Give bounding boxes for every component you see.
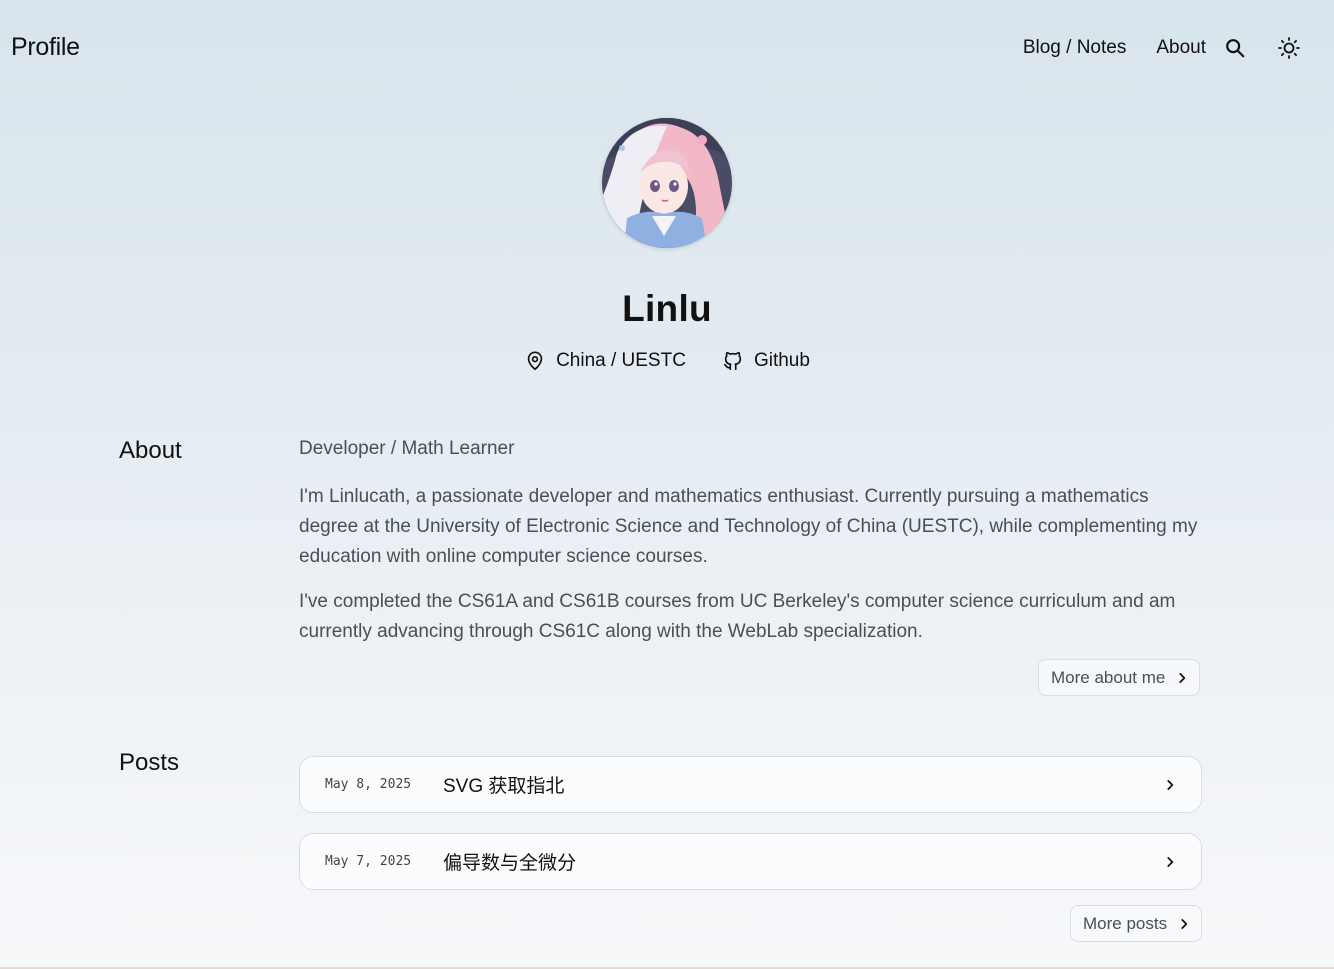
more-about-me-button[interactable]: More about me xyxy=(1038,659,1201,696)
more-posts-label: More posts xyxy=(1083,913,1168,933)
post-date: May 7, 2025 xyxy=(325,854,412,869)
nav-link-about[interactable]: About xyxy=(1156,37,1206,59)
chevron-right-icon xyxy=(1181,918,1188,929)
post-card[interactable]: May 7, 2025 偏导数与全微分 xyxy=(299,833,1202,890)
about-content: Developer / Math Learner I'm Linlucath, … xyxy=(299,434,1202,662)
chevron-right-icon xyxy=(1167,779,1174,790)
profile-name: Linlu xyxy=(622,288,712,329)
site-brand[interactable]: Profile xyxy=(11,33,80,62)
nav-links: Blog / Notes About xyxy=(1023,24,1334,72)
github-label: Github xyxy=(753,350,810,371)
nav-link-blog-notes[interactable]: Blog / Notes xyxy=(1023,37,1127,59)
github-icon xyxy=(723,351,742,371)
profile-meta: China / UESTC Github xyxy=(0,350,1334,372)
location-label: China / UESTC xyxy=(556,350,686,371)
post-date: May 8, 2025 xyxy=(325,777,412,792)
chevron-right-icon xyxy=(1167,856,1174,867)
avatar-illustration xyxy=(602,118,732,248)
location-pin-icon xyxy=(527,351,543,371)
sun-icon xyxy=(1278,37,1300,59)
profile-hero: Linlu China / UESTC Github xyxy=(0,112,1334,372)
posts-section-title: Posts xyxy=(119,749,180,776)
location: China / UESTC xyxy=(524,350,686,372)
post-title: SVG 获取指北 xyxy=(443,776,565,797)
about-role: Developer / Math Learner xyxy=(299,438,515,459)
more-about-me-label: More about me xyxy=(1051,667,1166,687)
about-paragraph: I'm Linlucath, a passionate developer an… xyxy=(299,486,1198,567)
github-link[interactable]: Github xyxy=(722,350,810,372)
post-card[interactable]: May 8, 2025 SVG 获取指北 xyxy=(299,756,1202,813)
about-section-title: About xyxy=(119,437,182,464)
theme-toggle-button[interactable] xyxy=(1272,31,1306,65)
search-button[interactable] xyxy=(1218,31,1252,65)
avatar xyxy=(602,118,732,248)
chevron-right-icon xyxy=(1179,672,1186,683)
top-nav: Profile Blog / Notes About xyxy=(0,0,1334,96)
about-paragraph: I've completed the CS61A and CS61B cours… xyxy=(299,591,1176,642)
more-posts-button[interactable]: More posts xyxy=(1070,905,1203,942)
search-icon xyxy=(1226,39,1245,58)
post-title: 偏导数与全微分 xyxy=(443,853,577,874)
